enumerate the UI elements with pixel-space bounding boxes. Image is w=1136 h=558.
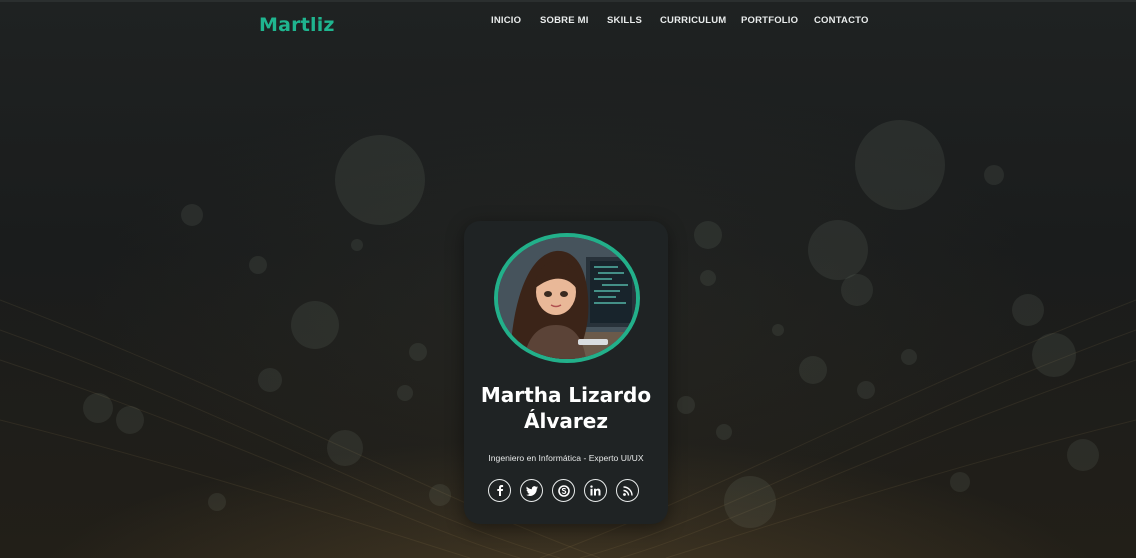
avatar-illustration	[498, 237, 636, 359]
twitter-icon[interactable]	[520, 479, 543, 502]
profile-name-line-2: Álvarez	[524, 409, 608, 433]
top-navigation-bar: Martliz INICIO SOBRE MI SKILLS CURRICULU…	[0, 0, 1136, 42]
profile-card: Martha Lizardo Álvarez Ingeniero en Info…	[464, 221, 668, 524]
skype-icon[interactable]	[552, 479, 575, 502]
avatar	[494, 233, 640, 363]
profile-subtitle: Ingeniero en Informática - Experto UI/UX	[488, 453, 644, 463]
profile-name-line-1: Martha Lizardo	[480, 383, 652, 407]
nav-link-curriculum[interactable]: CURRICULUM	[660, 15, 726, 26]
facebook-icon[interactable]	[488, 479, 511, 502]
nav-link-skills[interactable]: SKILLS	[607, 15, 642, 26]
nav-link-portfolio[interactable]: PORTFOLIO	[741, 15, 798, 26]
profile-name: Martha Lizardo Álvarez	[464, 382, 668, 434]
nav-link-inicio[interactable]: INICIO	[491, 15, 521, 26]
nav-link-sobre-mi[interactable]: SOBRE MI	[540, 15, 589, 26]
linkedin-icon[interactable]	[584, 479, 607, 502]
social-links	[488, 479, 648, 503]
main-nav: INICIO SOBRE MI SKILLS CURRICULUM PORTFO…	[0, 15, 1136, 29]
nav-link-contacto[interactable]: CONTACTO	[814, 15, 869, 26]
rss-icon[interactable]	[616, 479, 639, 502]
